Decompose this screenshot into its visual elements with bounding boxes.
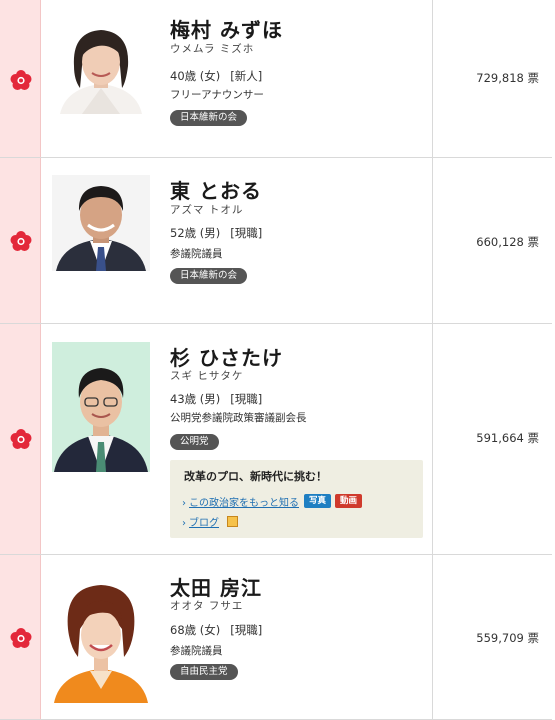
- candidate-name[interactable]: 梅村 みずほ: [170, 14, 283, 43]
- party-badge: 公明党: [170, 434, 219, 450]
- age-gender: 52歳 (男): [170, 226, 221, 240]
- candidate-job: フリーアナウンサー: [170, 89, 264, 101]
- candidate-name[interactable]: 太田 房江: [170, 572, 262, 601]
- incumbency-status: [新人]: [230, 69, 263, 83]
- candidate-age: 68歳 (女) [現職]: [170, 622, 262, 638]
- age-gender: 43歳 (男): [170, 392, 221, 406]
- candidate-job: 参議院議員: [170, 645, 223, 657]
- photo-button[interactable]: 写真: [304, 494, 332, 508]
- blog-link[interactable]: › ブログ: [182, 514, 219, 529]
- candidate-photo[interactable]: [52, 18, 150, 114]
- rose-icon: [10, 429, 32, 449]
- vote-count: 729,818 票: [476, 71, 539, 85]
- pr-title: 改革のプロ、新時代に挑む！: [184, 470, 327, 483]
- candidate-kana: オオタ フサエ: [170, 600, 244, 612]
- more-info-link[interactable]: › この政治家をもっと知る: [182, 494, 299, 509]
- votes-column: 729,818 票: [432, 0, 553, 157]
- incumbency-status: [現職]: [230, 226, 263, 240]
- pr-box: 改革のプロ、新時代に挑む！ › この政治家をもっと知る 写真 動画 › ブログ: [170, 460, 423, 538]
- candidate-age: 43歳 (男) [現職]: [170, 391, 262, 407]
- candidate-age: 40歳 (女) [新人]: [170, 68, 262, 84]
- votes-column: 660,128 票: [432, 158, 553, 323]
- winner-mark-column: [0, 324, 41, 554]
- candidate-name[interactable]: 杉 ひさたけ: [170, 342, 283, 371]
- candidate-photo[interactable]: [52, 342, 150, 472]
- candidate-kana: ウメムラ ミズホ: [170, 43, 255, 55]
- party-badge: 日本維新の会: [170, 268, 248, 284]
- chevron-right-icon: ›: [182, 518, 186, 529]
- age-gender: 68歳 (女): [170, 623, 221, 637]
- rose-icon: [10, 628, 32, 648]
- party-badge: 自由民主党: [170, 664, 238, 680]
- candidate-row: 梅村 みずほ ウメムラ ミズホ 40歳 (女) [新人] フリーアナウンサー 日本…: [0, 0, 552, 157]
- votes-column: 559,709 票: [432, 555, 553, 719]
- candidate-job: 公明党参議院政策審議副会長: [170, 412, 307, 424]
- candidate-kana: スギ ヒサタケ: [170, 370, 244, 382]
- candidate-row: 杉 ひさたけ スギ ヒサタケ 43歳 (男) [現職] 公明党参議院政策審議副会長…: [0, 323, 552, 554]
- more-info-label: この政治家をもっと知る: [189, 498, 299, 509]
- video-button[interactable]: 動画: [335, 494, 363, 508]
- winner-mark-column: [0, 158, 41, 323]
- winner-mark-column: [0, 0, 41, 157]
- blog-label: ブログ: [189, 518, 219, 529]
- candidate-name[interactable]: 東 とおる: [170, 175, 262, 204]
- party-badge: 日本維新の会: [170, 110, 248, 126]
- vote-count: 559,709 票: [476, 631, 539, 645]
- chevron-right-icon: ›: [182, 498, 186, 509]
- candidate-job: 参議院議員: [170, 248, 223, 260]
- vote-count: 591,664 票: [476, 431, 539, 445]
- vote-count: 660,128 票: [476, 235, 539, 249]
- candidate-row: 東 とおる アズマ トオル 52歳 (男) [現職] 参議院議員 日本維新の会 6…: [0, 157, 552, 323]
- rose-icon: [10, 70, 32, 90]
- winner-mark-column: [0, 555, 41, 719]
- candidate-age: 52歳 (男) [現職]: [170, 225, 262, 241]
- blog-icon[interactable]: [227, 516, 238, 527]
- candidate-photo[interactable]: [52, 175, 150, 271]
- votes-column: 591,664 票: [432, 324, 553, 554]
- incumbency-status: [現職]: [230, 623, 263, 637]
- candidate-kana: アズマ トオル: [170, 204, 244, 216]
- age-gender: 40歳 (女): [170, 69, 221, 83]
- candidate-row: 太田 房江 オオタ フサエ 68歳 (女) [現職] 参議院議員 自由民主党 55…: [0, 554, 552, 720]
- incumbency-status: [現職]: [230, 392, 263, 406]
- candidate-photo[interactable]: [52, 573, 150, 703]
- rose-icon: [10, 231, 32, 251]
